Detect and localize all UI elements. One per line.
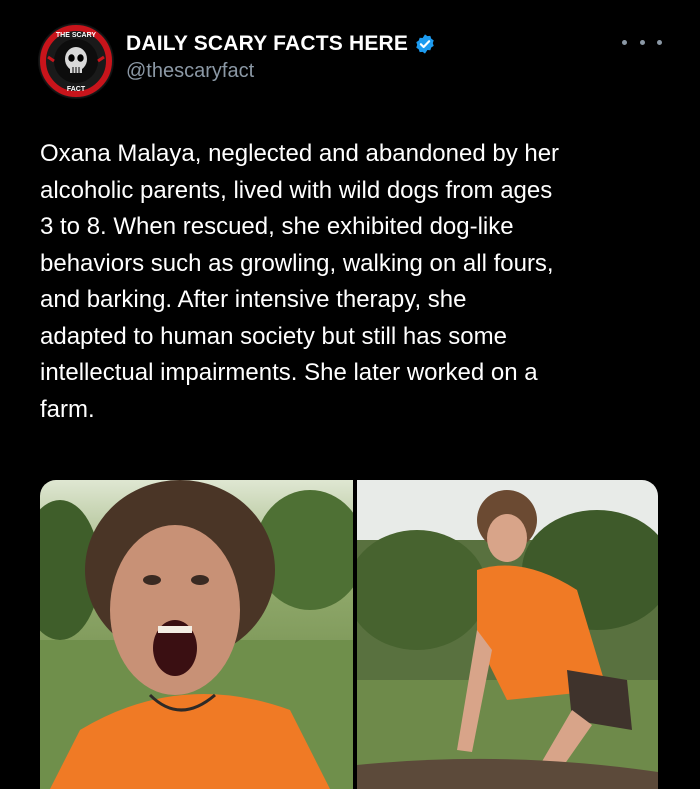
tweet-text: Oxana Malaya, neglected and abandoned by…: [40, 140, 560, 423]
author-block[interactable]: DAILY SCARY FACTS HERE @thescaryfact: [126, 30, 436, 83]
photo-girl-on-log[interactable]: [357, 480, 658, 789]
author-handle[interactable]: @thescaryfact: [126, 60, 436, 83]
skull-logo-icon: THE SCARY FACT: [39, 24, 113, 98]
avatar[interactable]: THE SCARY FACT: [38, 23, 114, 99]
svg-text:THE SCARY: THE SCARY: [56, 32, 97, 39]
more-options-icon[interactable]: [622, 28, 662, 56]
svg-text:FACT: FACT: [67, 86, 86, 93]
tweet-media[interactable]: [40, 480, 658, 789]
author-name-row: DAILY SCARY FACTS HERE: [126, 30, 436, 58]
tweet-header: THE SCARY FACT DAILY SCARY FACTS HERE @t…: [0, 0, 700, 110]
author-name[interactable]: DAILY SCARY FACTS HERE: [126, 32, 408, 56]
photo-girl-growling[interactable]: [40, 480, 353, 789]
verified-badge-icon: [416, 34, 434, 54]
